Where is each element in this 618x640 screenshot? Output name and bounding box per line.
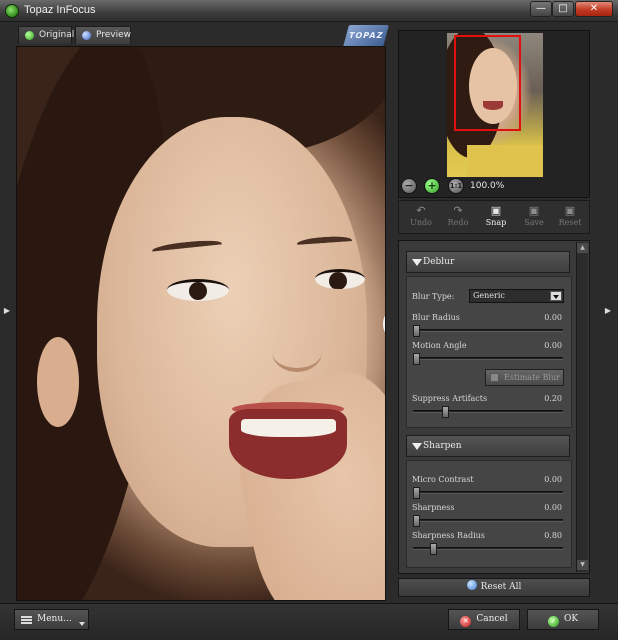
menu-button[interactable]: Menu... [14,609,89,630]
minimize-button[interactable]: — [530,1,552,17]
collapse-triangle-icon [412,259,422,266]
motion-angle-label: Motion Angle [412,341,467,350]
zoom-fit-icon[interactable]: 1:1 [448,178,464,194]
image-ear [37,337,79,427]
suppress-artifacts-label: Suppress Artifacts [412,394,488,403]
redo-icon: ↷ [453,204,463,217]
collapse-left-icon[interactable]: ▶ [3,306,11,316]
menu-icon [21,616,32,624]
cancel-button[interactable]: ✕ Cancel [448,609,520,630]
motion-angle-value: 0.00 [544,341,562,350]
sharpness-slider[interactable] [413,519,563,522]
cancel-icon: ✕ [460,616,472,627]
estimate-blur-button[interactable]: Estimate Blur [485,369,564,386]
topaz-logo-icon: TOPAZ [343,25,389,47]
sharpness-label: Sharpness [412,503,455,512]
micro-contrast-label: Micro Contrast [412,475,474,484]
blur-radius-slider[interactable] [413,329,563,332]
image-eye-left [167,279,229,301]
blur-radius-slider-handle[interactable] [413,325,420,337]
micro-contrast-slider-handle[interactable] [413,487,420,499]
close-button[interactable]: ✕ [575,1,613,17]
snap-icon: ▣ [490,204,502,217]
image-nail [383,313,385,335]
sharpness-slider-handle[interactable] [413,515,420,527]
reset-all-icon [466,580,477,590]
sharpness-radius-value: 0.80 [544,531,562,540]
micro-contrast-value: 0.00 [544,475,562,484]
chevron-down-icon [550,291,562,301]
snap-button[interactable]: ▣ Snap [481,204,511,232]
image-mouth [229,409,347,479]
image-nose [272,332,322,372]
save-button[interactable]: ▣ Save [519,204,549,232]
redo-button[interactable]: ↷ Redo [443,204,473,232]
blur-radius-label: Blur Radius [412,313,460,322]
tab-original[interactable]: Original [18,26,75,44]
window-title: Topaz InFocus [24,4,96,16]
sharpness-radius-label: Sharpness Radius [412,531,485,540]
navigator-panel [398,30,590,198]
chevron-down-icon [79,622,85,626]
reset-all-button[interactable]: Reset All [398,578,590,597]
app-icon [5,4,19,18]
collapse-triangle-icon [412,443,422,450]
original-dot-icon [25,31,34,40]
sharpness-radius-slider-handle[interactable] [430,543,438,555]
collapse-right-icon[interactable]: ▶ [604,306,612,316]
save-icon: ▣ [528,204,540,217]
navigator-viewport-rect[interactable] [454,35,521,131]
suppress-artifacts-slider-handle[interactable] [441,406,449,418]
ok-button[interactable]: ✓ OK [527,609,599,630]
blur-radius-value: 0.00 [544,313,562,322]
check-icon: ✓ [547,616,559,627]
zoom-in-icon[interactable]: + [424,178,440,194]
bottom-bar [0,603,618,640]
undo-icon: ↶ [416,204,426,217]
scroll-up-icon[interactable]: ▲ [577,243,588,253]
blur-type-select[interactable]: Generic [469,289,564,303]
settings-scrollbar[interactable]: ▲ ▼ [576,242,588,572]
suppress-artifacts-slider[interactable] [413,410,563,413]
micro-contrast-slider[interactable] [413,491,563,494]
sharpness-value: 0.00 [544,503,562,512]
tab-preview-label: Preview [96,30,132,40]
zoom-level: 100.0% [470,181,505,191]
reset-icon: ▣ [564,204,576,217]
zoom-out-icon[interactable]: − [401,178,417,194]
reset-button[interactable]: ▣ Reset [555,204,585,232]
image-eye-right [315,269,365,289]
undo-button[interactable]: ↶ Undo [406,204,436,232]
motion-angle-slider-handle[interactable] [413,353,420,365]
navigator-thumbnail[interactable] [447,33,543,177]
estimate-blur-icon [490,373,499,382]
sharpen-section-header[interactable]: Sharpen [406,435,570,457]
motion-angle-slider[interactable] [413,357,563,360]
maximize-button[interactable]: □ [552,1,574,17]
deblur-section-header[interactable]: Deblur [406,251,570,273]
title-bar: Topaz InFocus — □ ✕ [0,0,618,22]
blur-type-label: Blur Type: [412,292,455,301]
suppress-artifacts-value: 0.20 [544,394,562,403]
preview-image[interactable] [16,46,386,601]
scroll-down-icon[interactable]: ▼ [577,560,588,570]
preview-dot-icon [82,31,91,40]
tab-original-label: Original [39,30,75,40]
tab-preview[interactable]: Preview [75,26,131,44]
